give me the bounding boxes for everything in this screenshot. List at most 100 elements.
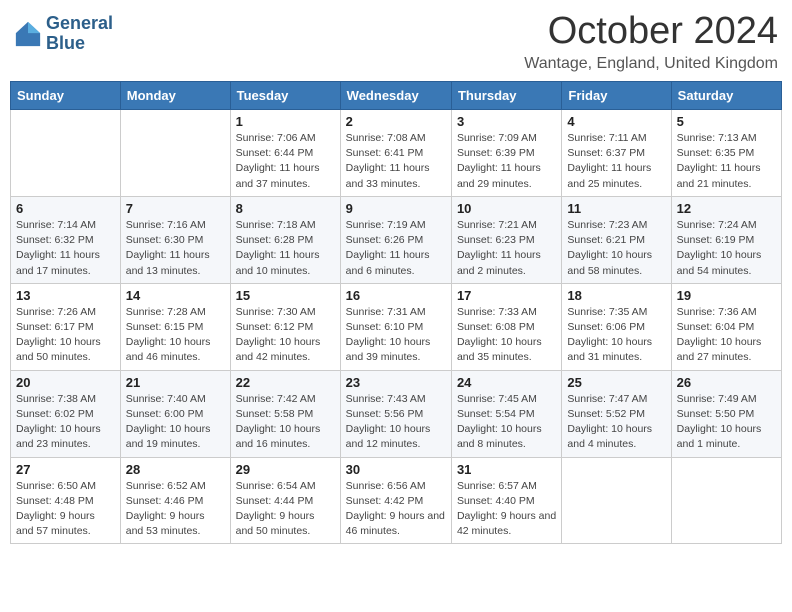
calendar-cell: 22Sunrise: 7:42 AMSunset: 5:58 PMDayligh… bbox=[230, 370, 340, 457]
daylight-text: Daylight: 9 hours and 57 minutes. bbox=[16, 510, 95, 537]
calendar-cell: 29Sunrise: 6:54 AMSunset: 4:44 PMDayligh… bbox=[230, 457, 340, 544]
sunset-text: Sunset: 6:28 PM bbox=[236, 234, 314, 246]
calendar-body: 1 Sunrise: 7:06 AMSunset: 6:44 PMDaylight… bbox=[11, 110, 782, 544]
daylight-text: Daylight: 10 hours and 19 minutes. bbox=[126, 423, 211, 450]
logo: General Blue bbox=[14, 14, 113, 54]
calendar-cell: 11 Sunrise: 7:23 AMSunset: 6:21 PMDayligh… bbox=[562, 196, 671, 283]
day-number: 24 bbox=[457, 375, 556, 390]
day-info: Sunrise: 7:19 AMSunset: 6:26 PMDaylight:… bbox=[346, 218, 446, 279]
sunrise-text: Sunrise: 7:13 AM bbox=[677, 132, 757, 144]
calendar-cell: 27Sunrise: 6:50 AMSunset: 4:48 PMDayligh… bbox=[11, 457, 121, 544]
calendar-cell: 18Sunrise: 7:35 AMSunset: 6:06 PMDayligh… bbox=[562, 283, 671, 370]
day-number: 31 bbox=[457, 462, 556, 477]
sunrise-text: Sunrise: 7:31 AM bbox=[346, 306, 426, 318]
day-number: 18 bbox=[567, 288, 665, 303]
sunrise-text: Sunrise: 7:35 AM bbox=[567, 306, 647, 318]
calendar-cell bbox=[562, 457, 671, 544]
sunset-text: Sunset: 5:56 PM bbox=[346, 408, 424, 420]
sunset-text: Sunset: 4:44 PM bbox=[236, 495, 314, 507]
day-number: 28 bbox=[126, 462, 225, 477]
day-info: Sunrise: 7:23 AMSunset: 6:21 PMDaylight:… bbox=[567, 218, 665, 279]
day-info: Sunrise: 7:06 AMSunset: 6:44 PMDaylight:… bbox=[236, 131, 335, 192]
daylight-text: Daylight: 10 hours and 31 minutes. bbox=[567, 336, 652, 363]
daylight-text: Daylight: 9 hours and 53 minutes. bbox=[126, 510, 205, 537]
daylight-text: Daylight: 11 hours and 6 minutes. bbox=[346, 249, 430, 276]
sunrise-text: Sunrise: 7:42 AM bbox=[236, 393, 316, 405]
sunset-text: Sunset: 6:02 PM bbox=[16, 408, 94, 420]
calendar-cell: 21Sunrise: 7:40 AMSunset: 6:00 PMDayligh… bbox=[120, 370, 230, 457]
sunset-text: Sunset: 6:44 PM bbox=[236, 147, 314, 159]
daylight-text: Daylight: 10 hours and 35 minutes. bbox=[457, 336, 542, 363]
daylight-text: Daylight: 10 hours and 23 minutes. bbox=[16, 423, 101, 450]
daylight-text: Daylight: 11 hours and 13 minutes. bbox=[126, 249, 210, 276]
sunset-text: Sunset: 6:08 PM bbox=[457, 321, 535, 333]
day-info: Sunrise: 7:47 AMSunset: 5:52 PMDaylight:… bbox=[567, 392, 665, 453]
day-number: 13 bbox=[16, 288, 115, 303]
day-info: Sunrise: 7:09 AM Sunset: 6:39 PM Daylight:… bbox=[457, 131, 556, 192]
day-number: 9 bbox=[346, 201, 446, 216]
weekday-header-sunday: Sunday bbox=[11, 82, 121, 110]
day-info: Sunrise: 7:38 AM Sunset: 6:02 PM Daylight:… bbox=[16, 392, 115, 453]
sunset-text: Sunset: 6:19 PM bbox=[677, 234, 755, 246]
sunset-text: Sunset: 5:50 PM bbox=[677, 408, 755, 420]
sunset-text: Sunset: 6:37 PM bbox=[567, 147, 645, 159]
calendar-cell: 30Sunrise: 6:56 AMSunset: 4:42 PMDayligh… bbox=[340, 457, 451, 544]
calendar-cell bbox=[120, 110, 230, 197]
daylight-text: Daylight: 11 hours and 29 minutes. bbox=[457, 162, 541, 189]
day-number: 2 bbox=[346, 114, 446, 129]
day-number: 10 bbox=[457, 201, 556, 216]
sunrise-text: Sunrise: 7:09 AM bbox=[457, 132, 537, 144]
day-number: 16 bbox=[346, 288, 446, 303]
day-info: Sunrise: 7:11 AMSunset: 6:37 PMDaylight:… bbox=[567, 131, 665, 192]
day-number: 27 bbox=[16, 462, 115, 477]
day-info: Sunrise: 7:26 AMSunset: 6:17 PMDaylight:… bbox=[16, 305, 115, 366]
calendar-header: SundayMondayTuesdayWednesdayThursdayFrid… bbox=[11, 82, 782, 110]
calendar-cell: 2Sunrise: 7:08 AMSunset: 6:41 PMDaylight… bbox=[340, 110, 451, 197]
day-info: Sunrise: 7:36 AMSunset: 6:04 PMDaylight:… bbox=[677, 305, 776, 366]
daylight-text: Daylight: 10 hours and 16 minutes. bbox=[236, 423, 321, 450]
sunset-text: Sunset: 6:30 PM bbox=[126, 234, 204, 246]
daylight-text: Daylight: 11 hours and 10 minutes. bbox=[236, 249, 320, 276]
day-number: 6 bbox=[16, 201, 115, 216]
calendar-cell: 5Sunrise: 7:13 AMSunset: 6:35 PMDaylight… bbox=[671, 110, 781, 197]
day-info: Sunrise: 6:52 AMSunset: 4:46 PMDaylight:… bbox=[126, 479, 225, 540]
sunset-text: Sunset: 6:39 PM bbox=[457, 147, 535, 159]
day-number: 11 bbox=[567, 201, 665, 216]
daylight-text: Daylight: 10 hours and 8 minutes. bbox=[457, 423, 542, 450]
weekday-header-row: SundayMondayTuesdayWednesdayThursdayFrid… bbox=[11, 82, 782, 110]
day-info: Sunrise: 6:57 AMSunset: 4:40 PMDaylight:… bbox=[457, 479, 556, 540]
daylight-text: Daylight: 11 hours and 2 minutes. bbox=[457, 249, 541, 276]
day-info: Sunrise: 7:49 AMSunset: 5:50 PMDaylight:… bbox=[677, 392, 776, 453]
sunset-text: Sunset: 6:26 PM bbox=[346, 234, 424, 246]
day-number: 1 bbox=[236, 114, 335, 129]
sunrise-text: Sunrise: 7:43 AM bbox=[346, 393, 426, 405]
sunrise-text: Sunrise: 6:52 AM bbox=[126, 480, 206, 492]
day-info: Sunrise: 6:54 AMSunset: 4:44 PMDaylight:… bbox=[236, 479, 335, 540]
day-number: 22 bbox=[236, 375, 335, 390]
calendar-cell: 20Sunrise: 7:38 AMSunset: 6:02 PMDayligh… bbox=[11, 370, 121, 457]
sunrise-text: Sunrise: 7:40 AM bbox=[126, 393, 206, 405]
calendar-week-row: 6Sunrise: 7:14 AMSunset: 6:32 PMDaylight… bbox=[11, 196, 782, 283]
sunset-text: Sunset: 6:41 PM bbox=[346, 147, 424, 159]
sunset-text: Sunset: 5:52 PM bbox=[567, 408, 645, 420]
calendar-cell bbox=[11, 110, 121, 197]
day-number: 3 bbox=[457, 114, 556, 129]
sunrise-text: Sunrise: 7:28 AM bbox=[126, 306, 206, 318]
daylight-text: Daylight: 9 hours and 42 minutes. bbox=[457, 510, 556, 537]
sunrise-text: Sunrise: 7:30 AM bbox=[236, 306, 316, 318]
daylight-text: Daylight: 10 hours and 4 minutes. bbox=[567, 423, 652, 450]
day-number: 19 bbox=[677, 288, 776, 303]
calendar-cell: 15Sunrise: 7:30 AMSunset: 6:12 PMDayligh… bbox=[230, 283, 340, 370]
calendar-cell: 16Sunrise: 7:31 AMSunset: 6:10 PMDayligh… bbox=[340, 283, 451, 370]
day-number: 12 bbox=[677, 201, 776, 216]
calendar-cell: 24Sunrise: 7:45 AMSunset: 5:54 PMDayligh… bbox=[451, 370, 561, 457]
calendar-week-row: 1 Sunrise: 7:06 AMSunset: 6:44 PMDaylight… bbox=[11, 110, 782, 197]
weekday-header-saturday: Saturday bbox=[671, 82, 781, 110]
daylight-text: Daylight: 9 hours and 50 minutes. bbox=[236, 510, 315, 537]
sunset-text: Sunset: 6:12 PM bbox=[236, 321, 314, 333]
sunrise-text: Sunrise: 7:38 AM bbox=[16, 393, 96, 405]
day-number: 5 bbox=[677, 114, 776, 129]
calendar-cell: 28 Sunrise: 6:52 AMSunset: 4:46 PMDayligh… bbox=[120, 457, 230, 544]
daylight-text: Daylight: 11 hours and 17 minutes. bbox=[16, 249, 100, 276]
month-title: October 2024 bbox=[524, 10, 778, 53]
